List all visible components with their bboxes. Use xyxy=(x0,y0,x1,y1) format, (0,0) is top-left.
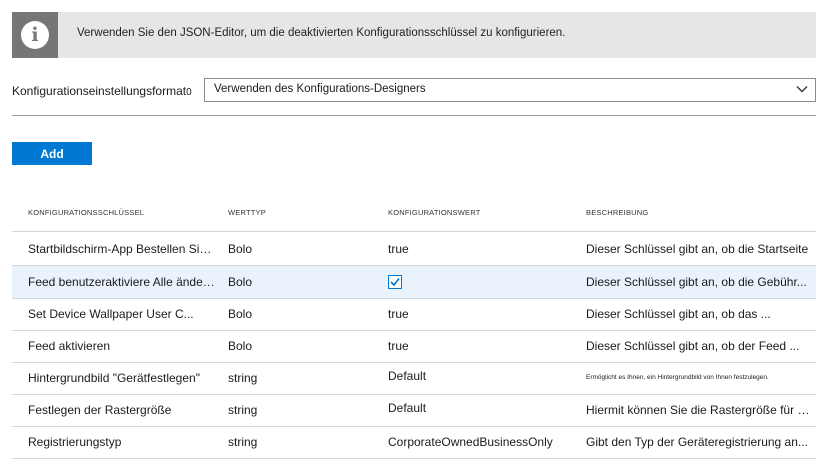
row-value[interactable]: Default xyxy=(388,362,578,394)
row-description: Dieser Schlüssel gibt an, ob die Gebühr.… xyxy=(586,275,807,289)
row-type: Bolo xyxy=(228,275,253,289)
format-info-marker[interactable]: 0 xyxy=(186,87,192,98)
format-dropdown[interactable]: Verwenden des Konfigurations-Designers xyxy=(204,78,816,102)
row-value[interactable]: true xyxy=(388,298,578,330)
row-type: Bolo xyxy=(228,307,253,321)
row-key: Set Device Wallpaper User C... xyxy=(28,307,194,321)
table-row[interactable]: Registrierungstyp string CorporateOwnedB… xyxy=(12,426,816,459)
divider xyxy=(12,115,816,116)
table-row[interactable]: Festlegen der Rastergröße string Default… xyxy=(12,394,816,427)
header-type[interactable]: WERTTYP xyxy=(228,208,266,217)
row-value[interactable]: true xyxy=(388,233,578,265)
info-icon: i xyxy=(21,21,49,49)
format-label: Konfigurationseinstellungsformat0 xyxy=(12,84,192,98)
checkmark-icon xyxy=(390,278,400,287)
format-label-text: Konfigurationseinstellungsformat xyxy=(12,84,187,98)
add-button[interactable]: Add xyxy=(12,142,92,165)
value-checkbox[interactable] xyxy=(388,275,402,289)
row-key: Festlegen der Rastergröße xyxy=(28,403,172,417)
row-description: Dieser Schlüssel gibt an, ob die Startse… xyxy=(586,242,809,256)
table-row[interactable]: Feed aktivieren Bolo true Dieser Schlüss… xyxy=(12,330,816,363)
table-row[interactable]: Startbildschirm-App Bestellen Sie uns...… xyxy=(12,233,816,266)
format-dropdown-value: Verwenden des Konfigurations-Designers xyxy=(214,83,426,95)
row-key: Hintergrundbild "Gerätfestlegen" xyxy=(28,371,200,385)
info-banner: i Verwenden Sie den JSON-Editor, um die … xyxy=(12,12,816,58)
row-description: Ermöglicht es Ihnen, ein Hintergrundbild… xyxy=(586,374,769,381)
table-row[interactable]: Hintergrundbild "Gerätfestlegen" string … xyxy=(12,362,816,395)
row-key: Feed benutzeraktiviere Alle ändern... xyxy=(28,275,218,289)
row-value[interactable]: CorporateOwnedBusinessOnly xyxy=(388,426,578,458)
header-key[interactable]: KONFIGURATIONSSCHLÜSSEL xyxy=(28,208,144,217)
row-type: string xyxy=(228,371,258,385)
row-description: Dieser Schlüssel gibt an, ob der Feed ..… xyxy=(586,339,800,353)
row-key: Feed aktivieren xyxy=(28,339,111,353)
row-type: string xyxy=(228,435,258,449)
table-row-selected[interactable]: Feed benutzeraktiviere Alle ändern... Bo… xyxy=(12,266,816,299)
banner-text: Verwenden Sie den JSON-Editor, um die de… xyxy=(77,27,566,39)
row-type: string xyxy=(228,403,258,417)
row-key: Registrierungstyp xyxy=(28,435,122,449)
header-description[interactable]: BESCHREIBUNG xyxy=(586,208,648,217)
row-type: Bolo xyxy=(228,242,253,256)
row-value[interactable]: true xyxy=(388,330,578,362)
row-description: Dieser Schlüssel gibt an, ob das ... xyxy=(586,307,771,321)
header-divider xyxy=(12,231,816,232)
row-description: Gibt den Typ der Geräteregistrierung an.… xyxy=(586,435,808,449)
chevron-down-icon xyxy=(796,86,808,93)
info-box: i xyxy=(12,12,58,58)
table-row[interactable]: Set Device Wallpaper User C... Bolo true… xyxy=(12,298,816,331)
row-description: Hiermit können Sie die Rastergröße für e… xyxy=(586,403,812,417)
row-value[interactable]: Default xyxy=(388,394,578,426)
row-type: Bolo xyxy=(228,339,253,353)
row-key: Startbildschirm-App Bestellen Sie uns... xyxy=(28,242,218,256)
header-value[interactable]: KONFIGURATIONSWERT xyxy=(388,208,481,217)
